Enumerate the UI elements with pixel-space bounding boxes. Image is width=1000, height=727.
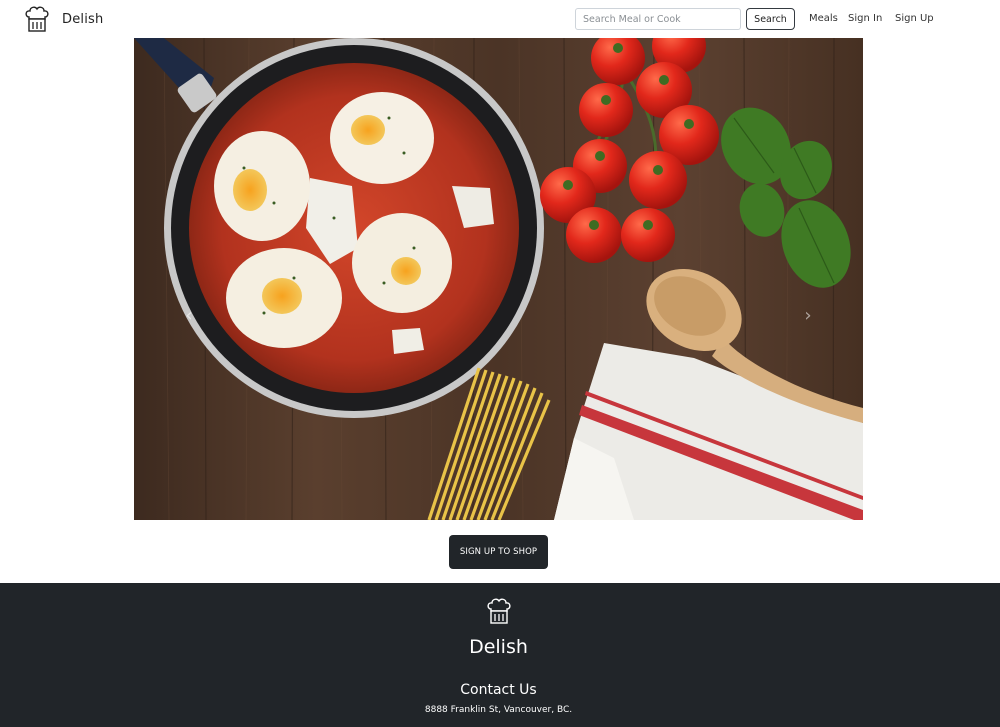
chevron-right-icon: ›	[804, 304, 812, 326]
chef-hat-icon	[25, 6, 49, 32]
chef-hat-icon	[487, 598, 511, 624]
carousel-next-button[interactable]: ›	[800, 303, 816, 327]
footer-address: 8888 Franklin St, Vancouver, BC.	[424, 705, 573, 715]
hero-carousel: ‹ ›	[134, 38, 863, 520]
search-input[interactable]	[575, 8, 741, 30]
search-button[interactable]: Search	[746, 8, 795, 30]
brand-link[interactable]: Delish	[22, 4, 103, 34]
hero-food-image	[134, 38, 863, 520]
footer-brand-name: Delish	[469, 636, 528, 658]
nav-link-meals[interactable]: Meals	[809, 13, 838, 24]
footer-contact-title: Contact Us	[460, 682, 537, 698]
carousel-prev-button[interactable]: ‹	[181, 303, 197, 327]
navbar: Delish Search Meals Sign In Sign Up	[0, 0, 1000, 38]
nav-link-sign-up[interactable]: Sign Up	[895, 13, 934, 24]
chevron-left-icon: ‹	[185, 304, 193, 326]
nav-link-sign-in[interactable]: Sign In	[848, 13, 882, 24]
sign-up-to-shop-button[interactable]: SIGN UP TO SHOP	[449, 535, 548, 569]
footer: Delish Contact Us 8888 Franklin St, Vanc…	[0, 583, 1000, 727]
brand-name: Delish	[62, 11, 104, 27]
